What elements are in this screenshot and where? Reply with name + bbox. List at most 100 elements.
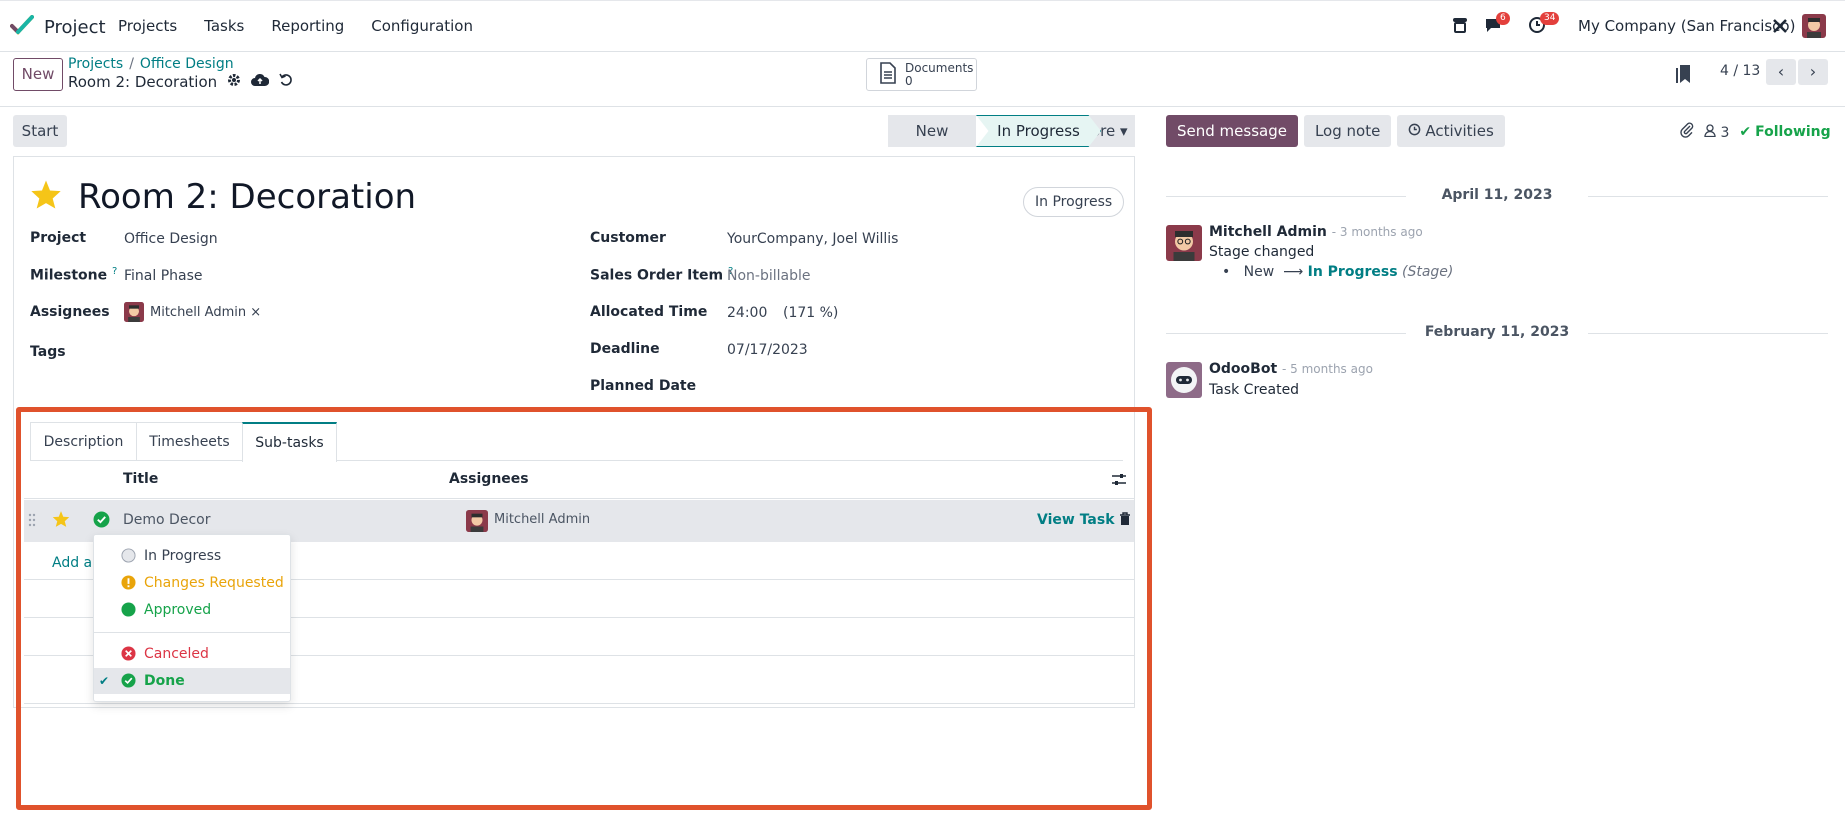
row-assignee-avatar	[466, 510, 488, 536]
message-author-name[interactable]: Mitchell Admin	[1209, 224, 1327, 240]
activities-badge: 34	[1540, 12, 1560, 25]
tab-description[interactable]: Description	[30, 422, 137, 461]
sales-order-item-label-text: Sales Order Item	[590, 267, 724, 284]
menu-tasks[interactable]: Tasks	[204, 17, 244, 35]
drag-handle-icon[interactable]	[28, 513, 36, 531]
user-avatar[interactable]	[1802, 14, 1826, 42]
pager-value[interactable]: 4 / 13	[1720, 63, 1760, 79]
tab-timesheets[interactable]: Timesheets	[136, 422, 243, 461]
state-in-progress-option[interactable]: In Progress	[94, 543, 290, 569]
menu-projects[interactable]: Projects	[118, 17, 177, 35]
project-field[interactable]: Office Design	[124, 231, 218, 247]
odoobot-avatar[interactable]	[1166, 362, 1202, 398]
breadcrumb-office-design[interactable]: Office Design	[140, 56, 234, 72]
gear-icon[interactable]	[227, 73, 241, 91]
main-menu: Projects Tasks Reporting Configuration	[118, 17, 473, 35]
done-state-icon[interactable]	[93, 511, 110, 532]
mitchell-admin-avatar[interactable]	[1166, 225, 1202, 261]
allocated-time-field[interactable]: 24:00	[727, 305, 767, 321]
log-note-button[interactable]: Log note	[1303, 115, 1392, 147]
deadline-field[interactable]: 07/17/2023	[727, 342, 808, 358]
project-app-icon	[10, 15, 34, 39]
check-icon: ✔	[1739, 124, 1752, 140]
message-date: - 3 months ago	[1331, 225, 1423, 239]
new-button[interactable]: New	[13, 58, 63, 91]
deadline-label: Deadline	[590, 341, 660, 357]
project-label: Project	[30, 230, 87, 246]
remove-assignee-icon[interactable]: ×	[250, 305, 261, 320]
activities-button[interactable]: Activities	[1397, 115, 1505, 147]
message-body: Task Created	[1209, 382, 1300, 398]
view-task-button[interactable]: View Task	[1037, 512, 1115, 528]
paperclip-icon[interactable]	[1680, 122, 1694, 142]
app-brand[interactable]: Project	[10, 15, 106, 39]
milestone-help[interactable]: ?	[112, 266, 117, 277]
state-canceled-option[interactable]: Canceled	[94, 641, 290, 667]
documents-label: Documents	[905, 60, 974, 75]
tracking-field-name: (Stage)	[1401, 264, 1454, 280]
milestone-label: Milestone ?	[30, 266, 117, 284]
customer-field[interactable]: YourCompany, Joel Willis	[727, 231, 898, 247]
state-approved-label: Approved	[144, 602, 212, 618]
message-author: Mitchell Admin - 3 months ago	[1209, 224, 1423, 240]
documents-smart-button[interactable]: Documents 0	[866, 58, 977, 91]
activities-icon[interactable]: 34	[1528, 12, 1560, 38]
add-a-line-link[interactable]: Add a	[52, 555, 92, 571]
tab-sub-tasks[interactable]: Sub-tasks	[242, 422, 337, 462]
pager-next-button[interactable]: ›	[1798, 59, 1828, 85]
check-circle-icon	[121, 673, 136, 692]
task-title[interactable]: Room 2: Decoration	[78, 177, 416, 217]
task-state-dropdown: In Progress Changes Requested Approved C…	[93, 534, 291, 702]
planned-date-label: Planned Date	[590, 378, 697, 394]
start-timer-button[interactable]: Start	[13, 115, 67, 147]
stage-new-button[interactable]: New	[888, 115, 976, 147]
row-priority-star-icon[interactable]	[52, 510, 70, 532]
allocated-time-label: Allocated Time	[590, 304, 708, 320]
customer-label: Customer	[590, 230, 666, 246]
save-cloud-icon[interactable]	[251, 73, 270, 91]
user-icon	[1704, 123, 1716, 141]
sales-order-item-field[interactable]: Non-billable	[727, 268, 811, 284]
state-done-label: Done	[144, 673, 185, 689]
messages-icon[interactable]: 6	[1484, 12, 1510, 38]
bookmark-icon[interactable]	[1676, 64, 1692, 88]
state-done-option[interactable]: ✔ Done	[94, 668, 290, 694]
pager-previous-button[interactable]: ‹	[1766, 59, 1796, 85]
send-message-button[interactable]: Send message	[1166, 115, 1298, 147]
following-label: Following	[1755, 124, 1831, 140]
state-changes-requested-option[interactable]: Changes Requested	[94, 570, 290, 596]
discard-undo-icon[interactable]	[279, 73, 293, 91]
menu-reporting[interactable]: Reporting	[271, 17, 344, 35]
top-navbar: Project Projects Tasks Reporting Configu…	[0, 0, 1845, 52]
messages-badge: 6	[1496, 12, 1510, 25]
stage-in-progress-button[interactable]: In Progress	[976, 115, 1101, 147]
assignee-tag[interactable]: Mitchell Admin ×	[150, 305, 261, 320]
breadcrumb-projects[interactable]: Projects	[68, 56, 123, 72]
menu-configuration[interactable]: Configuration	[371, 17, 473, 35]
message-author: OdooBot - 5 months ago	[1209, 361, 1373, 377]
subtask-title[interactable]: Demo Decor	[123, 512, 210, 528]
approved-circle-icon	[121, 602, 136, 621]
times-circle-icon	[121, 646, 136, 665]
tags-label: Tags	[30, 344, 66, 360]
state-approved-option[interactable]: Approved	[94, 597, 290, 623]
dropdown-divider	[94, 632, 290, 633]
milestone-field[interactable]: Final Phase	[124, 268, 203, 284]
chatter-followers-bar: 3 ✔ Following	[1680, 122, 1831, 142]
state-canceled-label: Canceled	[144, 646, 209, 662]
milestone-label-text: Milestone	[30, 267, 108, 284]
row-assignee-name[interactable]: Mitchell Admin	[494, 512, 590, 527]
company-switcher[interactable]: My Company (San Francisco)	[1578, 17, 1795, 35]
followers-button[interactable]: 3	[1704, 123, 1729, 141]
message-author-name[interactable]: OdooBot	[1209, 361, 1277, 377]
column-title[interactable]: Title	[123, 471, 158, 487]
column-assignees[interactable]: Assignees	[449, 471, 529, 487]
phone-icon[interactable]	[1450, 16, 1470, 38]
priority-star-icon[interactable]	[30, 179, 62, 214]
trash-icon[interactable]	[1119, 512, 1131, 530]
following-button[interactable]: ✔ Following	[1739, 124, 1830, 140]
message-body: Stage changed	[1209, 244, 1315, 260]
optional-columns-icon[interactable]	[1111, 473, 1127, 491]
debug-tools-icon[interactable]	[1772, 18, 1788, 38]
stage-badge: In Progress	[1023, 187, 1125, 217]
